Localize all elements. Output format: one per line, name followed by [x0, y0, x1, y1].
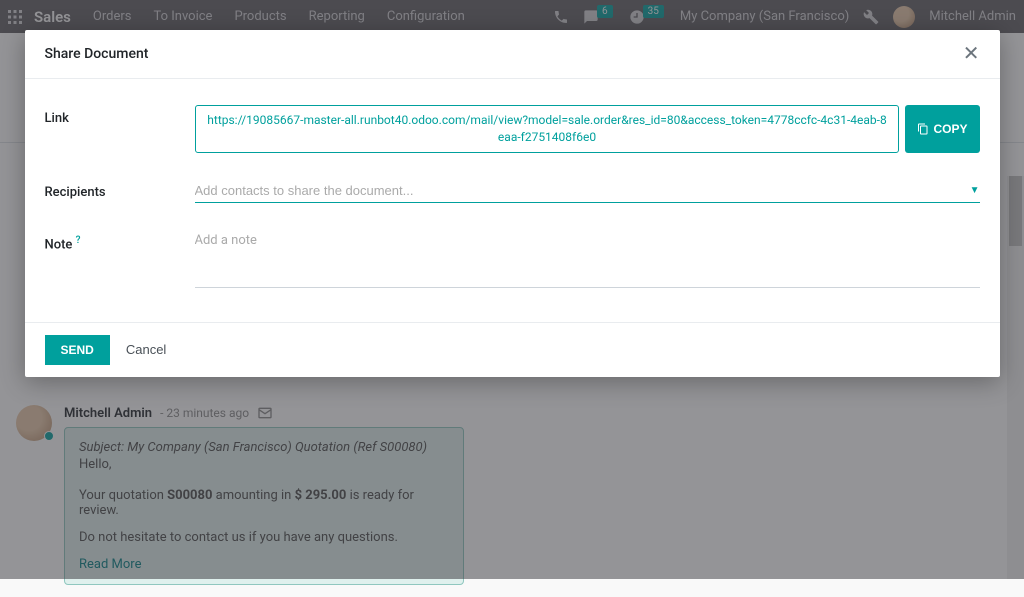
help-icon[interactable]: ? [76, 235, 81, 246]
cancel-button[interactable]: Cancel [126, 342, 166, 357]
recipients-label: Recipients [45, 179, 195, 200]
copy-icon [917, 123, 929, 135]
copy-button[interactable]: COPY [905, 105, 979, 153]
share-link-input[interactable]: https://19085667-master-all.runbot40.odo… [195, 105, 900, 153]
send-button[interactable]: Send [45, 335, 110, 365]
copy-button-label: COPY [933, 122, 967, 136]
note-label: Note ? [45, 229, 195, 252]
close-icon[interactable]: ✕ [963, 44, 980, 64]
chevron-down-icon[interactable]: ▼ [970, 185, 980, 196]
modal-title: Share Document [45, 46, 149, 62]
recipients-input[interactable] [195, 183, 970, 198]
link-label: Link [45, 105, 195, 126]
modal-overlay[interactable]: Share Document ✕ Link https://19085667-m… [0, 0, 1024, 579]
share-document-modal: Share Document ✕ Link https://19085667-m… [25, 30, 1000, 377]
note-textarea[interactable] [195, 229, 980, 288]
